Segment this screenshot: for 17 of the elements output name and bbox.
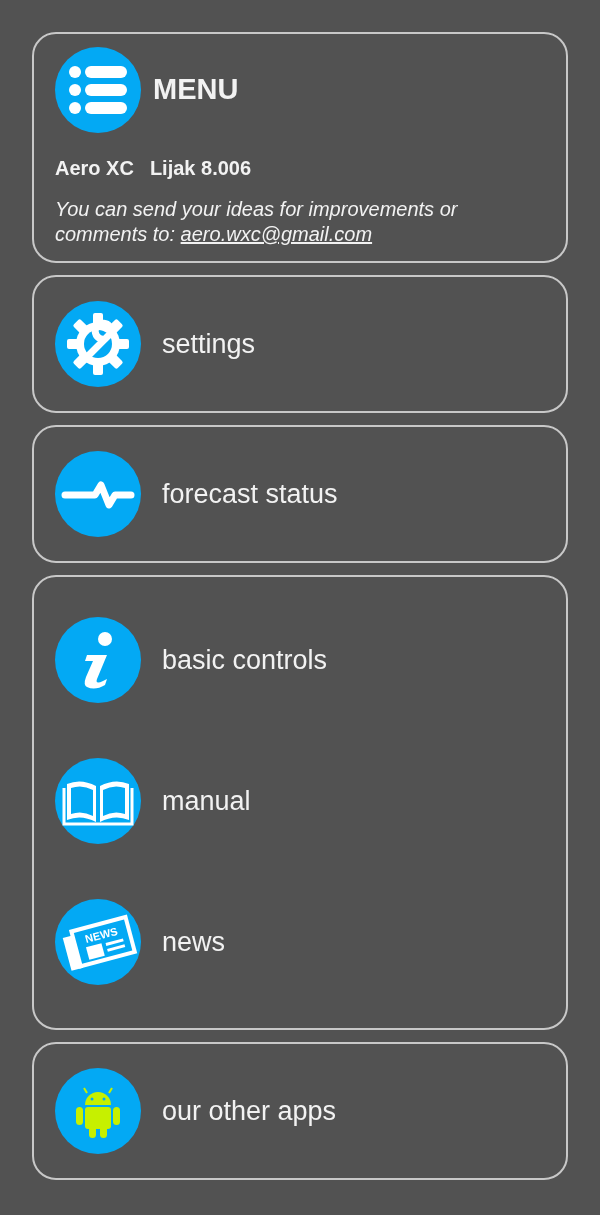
menu-item[interactable]: settings	[55, 301, 545, 387]
menu-item[interactable]: forecast status	[55, 451, 545, 537]
settings-icon	[67, 313, 129, 375]
menu-icon	[69, 66, 127, 114]
info-icon	[84, 632, 112, 689]
menu-item[interactable]: basic controls	[55, 617, 545, 703]
menu-title: MENU	[153, 72, 239, 108]
menu-item[interactable]: NEWS news	[55, 899, 545, 985]
menu-item[interactable]: our other apps	[55, 1068, 545, 1154]
app-name: Aero XC	[55, 156, 134, 181]
book-icon	[62, 781, 134, 826]
android-icon	[76, 1087, 120, 1138]
menu-item[interactable]: manual	[55, 758, 545, 844]
pulse-icon	[61, 481, 135, 509]
feedback-message: You can send your ideas for improvements or comments to: aero.wxc@gmail.com	[55, 197, 459, 247]
version-text: Lijak 8.006	[149, 156, 252, 181]
email-link[interactable]: aero.wxc@gmail.com	[180, 223, 373, 245]
